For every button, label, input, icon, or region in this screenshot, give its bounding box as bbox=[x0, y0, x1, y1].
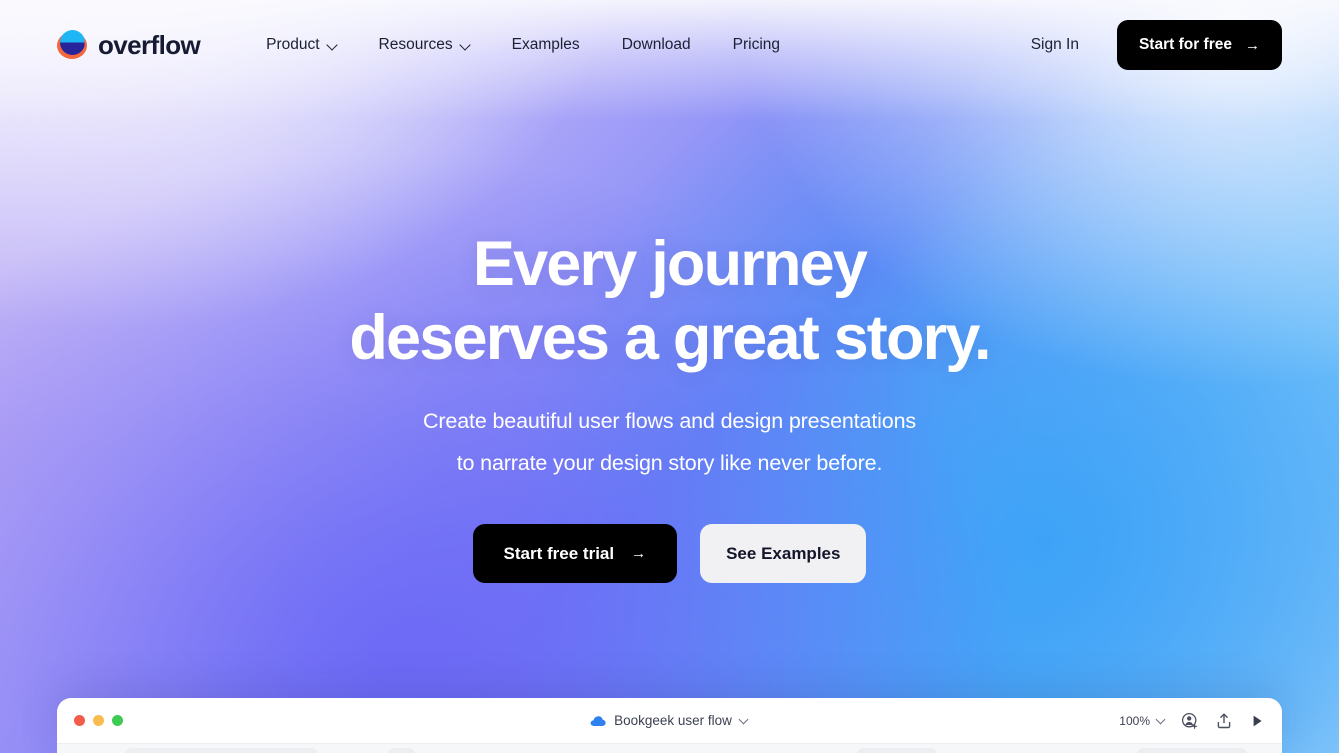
brand-name: overflow bbox=[98, 29, 201, 60]
start-free-trial-label: Start free trial bbox=[503, 543, 615, 563]
app-titlebar: Bookgeek user flow 100% bbox=[57, 698, 1282, 744]
brand-logo-link[interactable]: overflow bbox=[57, 29, 201, 61]
share-icon[interactable] bbox=[1215, 712, 1233, 730]
chevron-down-icon bbox=[1156, 716, 1165, 725]
main-navigation: Product Resources Examples Download Pric… bbox=[266, 36, 780, 54]
window-maximize-icon[interactable] bbox=[112, 715, 123, 726]
canvas-placeholder-shape bbox=[857, 748, 937, 753]
nav-item-label: Product bbox=[266, 36, 320, 53]
headline-line-2: deserves a great story. bbox=[349, 302, 991, 373]
overflow-logo-icon bbox=[57, 30, 87, 60]
start-free-trial-button[interactable]: Start free trial → bbox=[472, 524, 678, 584]
window-close-icon[interactable] bbox=[74, 715, 85, 726]
app-toolbar: 100% bbox=[1119, 712, 1265, 730]
document-title-group: Bookgeek user flow bbox=[57, 713, 1282, 728]
cloud-icon bbox=[590, 715, 606, 726]
nav-item-label: Examples bbox=[511, 36, 580, 53]
canvas-placeholder-shape bbox=[125, 748, 318, 753]
chevron-down-icon bbox=[460, 41, 470, 51]
nav-item-label: Pricing bbox=[732, 36, 781, 53]
invite-collaborator-icon[interactable] bbox=[1181, 712, 1199, 730]
chevron-down-icon[interactable] bbox=[740, 716, 749, 725]
canvas-placeholder-shape bbox=[387, 748, 415, 753]
nav-item-examples[interactable]: Examples bbox=[512, 36, 580, 54]
window-traffic-lights bbox=[74, 715, 123, 726]
canvas-placeholder-shape bbox=[1137, 748, 1247, 753]
arrow-right-icon: → bbox=[631, 545, 647, 563]
app-canvas bbox=[57, 744, 1282, 753]
nav-item-label: Download bbox=[621, 36, 691, 53]
present-play-icon[interactable] bbox=[1249, 713, 1265, 729]
zoom-level-control[interactable]: 100% bbox=[1119, 714, 1165, 728]
document-title: Bookgeek user flow bbox=[614, 713, 732, 728]
nav-item-pricing[interactable]: Pricing bbox=[733, 36, 780, 54]
nav-item-label: Resources bbox=[378, 36, 453, 53]
app-preview-window: Bookgeek user flow 100% bbox=[57, 698, 1282, 753]
header-actions: Sign In Start for free → bbox=[1031, 20, 1282, 70]
arrow-right-icon: → bbox=[1245, 36, 1260, 54]
nav-item-product[interactable]: Product bbox=[266, 36, 336, 54]
site-header: overflow Product Resources Examples Down… bbox=[0, 0, 1339, 90]
see-examples-button[interactable]: See Examples bbox=[700, 524, 867, 584]
nav-item-download[interactable]: Download bbox=[622, 36, 691, 54]
subhead-line-2: to narrate your design story like never … bbox=[456, 451, 883, 476]
hero-section: Every journey deserves a great story. Cr… bbox=[0, 0, 1339, 690]
zoom-level-value: 100% bbox=[1119, 713, 1150, 728]
page-title: Every journey deserves a great story. bbox=[349, 228, 991, 375]
hero-cta-row: Start free trial → See Examples bbox=[472, 524, 867, 584]
hero-subheading: Create beautiful user flows and design p… bbox=[423, 401, 916, 485]
window-minimize-icon[interactable] bbox=[93, 715, 104, 726]
headline-line-1: Every journey bbox=[472, 229, 868, 299]
subhead-line-1: Create beautiful user flows and design p… bbox=[423, 409, 916, 434]
start-for-free-button[interactable]: Start for free → bbox=[1116, 20, 1282, 70]
sign-in-link[interactable]: Sign In bbox=[1031, 36, 1079, 54]
nav-item-resources[interactable]: Resources bbox=[379, 36, 470, 54]
chevron-down-icon bbox=[327, 41, 337, 51]
start-for-free-label: Start for free bbox=[1138, 36, 1232, 53]
